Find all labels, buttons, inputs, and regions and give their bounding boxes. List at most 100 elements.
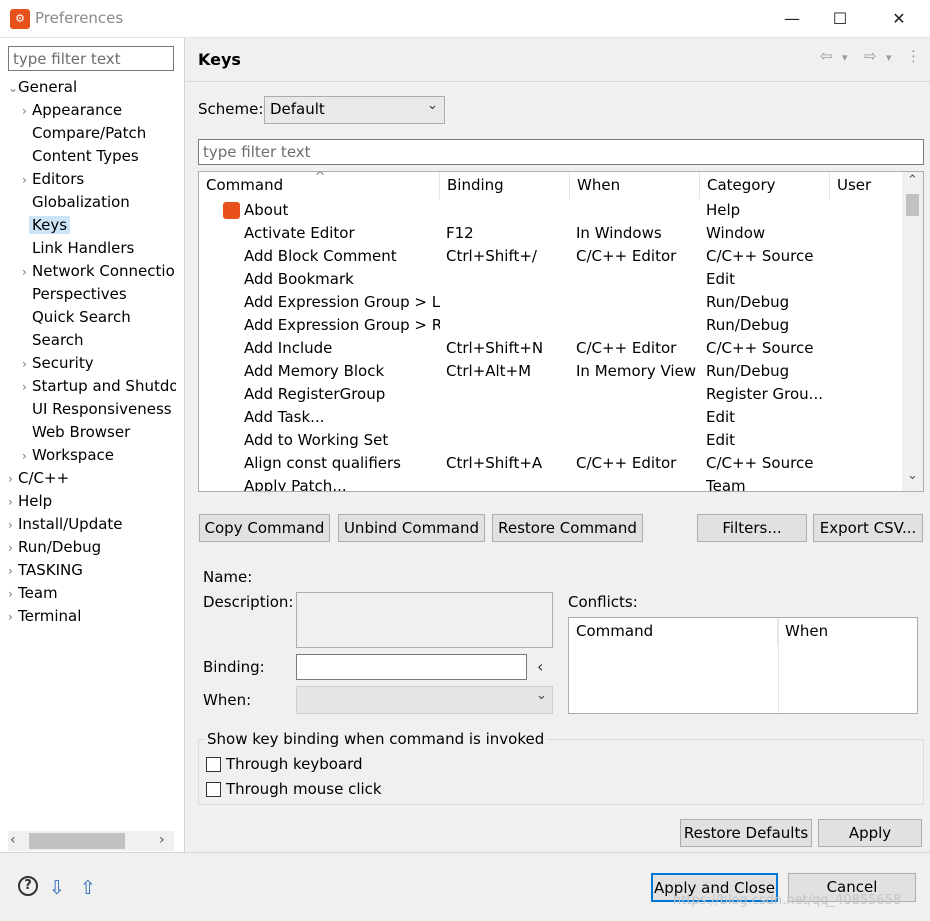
table-row[interactable]: Activate Editor F12 In Windows Window	[199, 222, 902, 245]
table-row[interactable]: Apply Patch... Team	[199, 475, 902, 491]
tree-item-perspectives[interactable]: Perspectives	[8, 283, 176, 306]
forward-icon[interactable]: ⇨	[864, 47, 877, 65]
tree-item-web-browser[interactable]: Web Browser	[8, 421, 176, 444]
tree-item-help[interactable]: › Help	[8, 490, 176, 513]
table-row[interactable]: Add Task... Edit	[199, 406, 902, 429]
column-header-user[interactable]: User	[830, 172, 902, 199]
help-icon[interactable]: ?	[18, 876, 38, 896]
view-menu-icon[interactable]: ⋮	[906, 47, 921, 65]
tree-item-terminal[interactable]: › Terminal	[8, 605, 176, 624]
tree-item-security[interactable]: › Security	[8, 352, 176, 375]
scroll-down-icon[interactable]: ⌄	[907, 468, 918, 483]
tree-item-ui-responsiveness[interactable]: UI Responsiveness	[8, 398, 176, 421]
keys-table-body: About Help Activate Editor F12 In Windows Win…	[199, 199, 902, 491]
tree-item-run-debug[interactable]: › Run/Debug	[8, 536, 176, 559]
tree-filter-input[interactable]	[8, 46, 174, 71]
conflicts-column-command[interactable]: Command	[569, 618, 778, 645]
scheme-select[interactable]: Default	[264, 96, 445, 124]
tree-item-install-update[interactable]: › Install/Update	[8, 513, 176, 536]
expand-arrow-icon[interactable]: ⌄	[8, 77, 18, 99]
tree-item-compare-patch[interactable]: Compare/Patch	[8, 122, 176, 145]
back-dropdown-icon[interactable]: ▾	[842, 51, 848, 64]
export-icon[interactable]: ⇧	[80, 877, 96, 899]
close-button[interactable]: ✕	[876, 4, 922, 34]
apply-button[interactable]: Apply	[818, 819, 922, 847]
table-row[interactable]: Add to Working Set Edit	[199, 429, 902, 452]
back-icon[interactable]: ⇦	[820, 47, 833, 65]
table-scroll-thumb[interactable]	[906, 194, 919, 216]
tree-item-editors[interactable]: › Editors	[8, 168, 176, 191]
table-row[interactable]: Add Bookmark Edit	[199, 268, 902, 291]
restore-defaults-button[interactable]: Restore Defaults	[680, 819, 812, 847]
expand-arrow-icon[interactable]: ›	[8, 537, 18, 559]
expand-arrow-icon[interactable]: ›	[22, 353, 32, 375]
scroll-left-icon[interactable]: ‹	[10, 832, 16, 848]
tree-item-quick-search[interactable]: Quick Search	[8, 306, 176, 329]
expand-arrow-icon[interactable]: ›	[22, 445, 32, 467]
filters-button[interactable]: Filters...	[697, 514, 807, 542]
expand-arrow-icon[interactable]: ›	[8, 583, 18, 605]
tree-item-globalization[interactable]: Globalization	[8, 191, 176, 214]
tree-item-tasking[interactable]: › TASKING	[8, 559, 176, 582]
conflicts-column-when[interactable]: When	[778, 618, 917, 645]
restore-command-button[interactable]: Restore Command	[492, 514, 643, 542]
table-row[interactable]: About Help	[199, 199, 902, 222]
table-cell-category: Register Grou...	[706, 385, 823, 403]
table-cell-binding	[440, 199, 570, 222]
column-header-when[interactable]: When	[570, 172, 700, 199]
expand-arrow-icon[interactable]: ›	[22, 169, 32, 191]
maximize-button[interactable]: ☐	[817, 4, 863, 34]
column-header-category[interactable]: Category	[700, 172, 830, 199]
expand-arrow-icon[interactable]: ›	[8, 606, 18, 624]
expand-arrow-icon[interactable]: ›	[22, 261, 32, 283]
tree-item-network-connectio[interactable]: › Network Connectio	[8, 260, 176, 283]
chevron-down-icon: ⌄	[536, 688, 547, 703]
forward-dropdown-icon[interactable]: ▾	[886, 51, 892, 64]
through-keyboard-label[interactable]: Through keyboard	[226, 755, 363, 773]
table-cell-when	[570, 429, 700, 452]
table-cell-when: C/C++ Editor	[576, 454, 677, 472]
table-cell-category: Run/Debug	[706, 316, 790, 334]
table-vertical-scrollbar[interactable]: ⌃ ⌄	[902, 172, 923, 491]
tree-scroll-thumb[interactable]	[29, 833, 125, 849]
column-header-binding[interactable]: Binding	[440, 172, 570, 199]
import-icon[interactable]: ⇩	[49, 877, 65, 899]
when-select[interactable]	[296, 686, 553, 714]
expand-arrow-icon[interactable]: ›	[8, 560, 18, 582]
through-mouse-click-checkbox[interactable]	[206, 782, 221, 797]
tree-item-workspace[interactable]: › Workspace	[8, 444, 176, 467]
tree-item-search[interactable]: Search	[8, 329, 176, 352]
expand-arrow-icon[interactable]: ›	[8, 468, 18, 490]
tree-item-appearance[interactable]: › Appearance	[8, 99, 176, 122]
binding-chevron-icon[interactable]: ‹	[537, 657, 543, 676]
table-row[interactable]: Align const qualifiers Ctrl+Shift+A C/C++ …	[199, 452, 902, 475]
tree-item-content-types[interactable]: Content Types	[8, 145, 176, 168]
through-keyboard-checkbox[interactable]	[206, 757, 221, 772]
expand-arrow-icon[interactable]: ›	[22, 100, 32, 122]
table-row[interactable]: Add Expression Group > Re Run/Debug	[199, 314, 902, 337]
keys-filter-input[interactable]	[198, 139, 924, 165]
tree-item-keys[interactable]: Keys	[8, 214, 176, 237]
table-row[interactable]: Add Memory Block Ctrl+Alt+M In Memory View…	[199, 360, 902, 383]
table-row[interactable]: Add Block Comment Ctrl+Shift+/ C/C++ Edito…	[199, 245, 902, 268]
tree-item-general[interactable]: ⌄General	[8, 76, 176, 99]
tree-item-link-handlers[interactable]: Link Handlers	[8, 237, 176, 260]
table-row[interactable]: Add RegisterGroup Register Grou...	[199, 383, 902, 406]
tree-item-startup-and-shutdo[interactable]: › Startup and Shutdo	[8, 375, 176, 398]
minimize-button[interactable]: —	[769, 4, 815, 34]
table-row[interactable]: Add Expression Group > Lo Run/Debug	[199, 291, 902, 314]
expand-arrow-icon[interactable]: ›	[22, 376, 32, 398]
expand-arrow-icon[interactable]: ›	[8, 514, 18, 536]
through-mouse-click-label[interactable]: Through mouse click	[226, 780, 382, 798]
binding-input[interactable]	[296, 654, 527, 680]
tree-item-c-c[interactable]: › C/C++	[8, 467, 176, 490]
table-row[interactable]: Add Include Ctrl+Shift+N C/C++ Editor C/C++…	[199, 337, 902, 360]
tree-item-team[interactable]: › Team	[8, 582, 176, 605]
copy-command-button[interactable]: Copy Command	[199, 514, 330, 542]
expand-arrow-icon[interactable]: ›	[8, 491, 18, 513]
export-csv-button[interactable]: Export CSV...	[813, 514, 923, 542]
scroll-up-icon[interactable]: ⌃	[907, 173, 918, 188]
scroll-right-icon[interactable]: ›	[159, 832, 165, 848]
unbind-command-button[interactable]: Unbind Command	[338, 514, 485, 542]
description-label: Description:	[203, 593, 294, 611]
